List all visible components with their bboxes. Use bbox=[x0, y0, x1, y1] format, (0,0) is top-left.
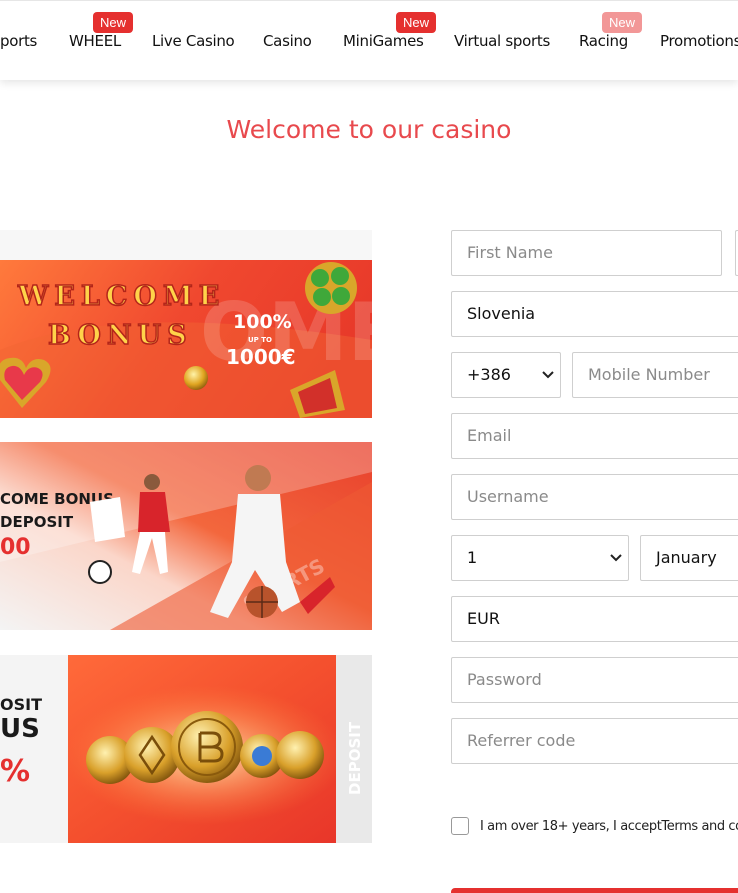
banner-side-text: DEPOSIT bbox=[346, 721, 364, 795]
phone-code-select[interactable]: +386 bbox=[451, 352, 561, 398]
username-field[interactable]: Username bbox=[451, 474, 738, 520]
banner-percent: 100% bbox=[233, 311, 292, 333]
nav-item-live-casino[interactable]: Live Casino bbox=[152, 32, 235, 50]
terms-checkbox[interactable] bbox=[451, 817, 469, 835]
nav-item-virtual-sports[interactable]: Virtual sports bbox=[454, 32, 550, 50]
password-field[interactable]: Password bbox=[451, 657, 738, 703]
birth-day-value: 1 bbox=[467, 548, 478, 567]
birth-month-select[interactable]: January bbox=[640, 535, 738, 581]
banner-subline: DEPOSIT bbox=[0, 513, 74, 531]
page-title: Welcome to our casino bbox=[226, 115, 512, 144]
banner-amount: 1000€ bbox=[226, 345, 296, 369]
banner-headline: WELCOME bbox=[17, 281, 225, 312]
country-select[interactable]: Slovenia bbox=[451, 291, 738, 337]
nav-item-racing[interactable]: Racing bbox=[579, 32, 628, 50]
phone-code-value: +386 bbox=[467, 365, 511, 384]
mobile-number-field[interactable]: Mobile Number bbox=[572, 352, 738, 398]
new-badge: New bbox=[396, 12, 437, 33]
register-button[interactable] bbox=[451, 888, 738, 893]
banner-upto: UP TO bbox=[248, 336, 272, 344]
welcome-bonus-banner[interactable]: OME WELCOME BONUS 100% UP TO 1000€ bbox=[0, 230, 372, 418]
email-field[interactable]: Email bbox=[451, 413, 738, 459]
coin-icon bbox=[184, 366, 208, 390]
banner-subline: US bbox=[0, 714, 40, 744]
top-navigation: ports WHEEL New Live Casino Casino MiniG… bbox=[0, 0, 738, 80]
referrer-code-field[interactable]: Referrer code bbox=[451, 718, 738, 764]
nav-item-wheel[interactable]: WHEEL bbox=[69, 32, 121, 50]
new-badge: New bbox=[602, 12, 643, 33]
nav-item-promotions[interactable]: Promotions bbox=[660, 32, 738, 50]
clover-icon bbox=[305, 262, 357, 314]
new-badge: New bbox=[93, 12, 134, 33]
banner-headline: BONUS bbox=[48, 320, 193, 351]
crypto-deposit-banner[interactable]: DEPOSIT OSIT US % bbox=[0, 655, 372, 843]
sports-bonus-banner[interactable]: SPORTS COME BONUS DEPOSIT 00 bbox=[0, 442, 372, 630]
banner-percent: % bbox=[0, 754, 30, 789]
chevron-down-icon bbox=[542, 371, 554, 379]
currency-select[interactable]: EUR bbox=[451, 596, 738, 642]
nav-item-sports[interactable]: ports bbox=[0, 32, 37, 50]
banner-headline: OSIT bbox=[0, 695, 42, 714]
nav-item-casino[interactable]: Casino bbox=[263, 32, 312, 50]
terms-label: I am over 18+ years, I acceptTerms and c… bbox=[480, 819, 738, 834]
banner-amount: 00 bbox=[0, 535, 31, 560]
first-name-field[interactable]: First Name bbox=[451, 230, 722, 276]
chevron-down-icon bbox=[610, 554, 622, 562]
birth-day-select[interactable]: 1 bbox=[451, 535, 629, 581]
nav-item-minigames[interactable]: MiniGames bbox=[343, 32, 424, 50]
